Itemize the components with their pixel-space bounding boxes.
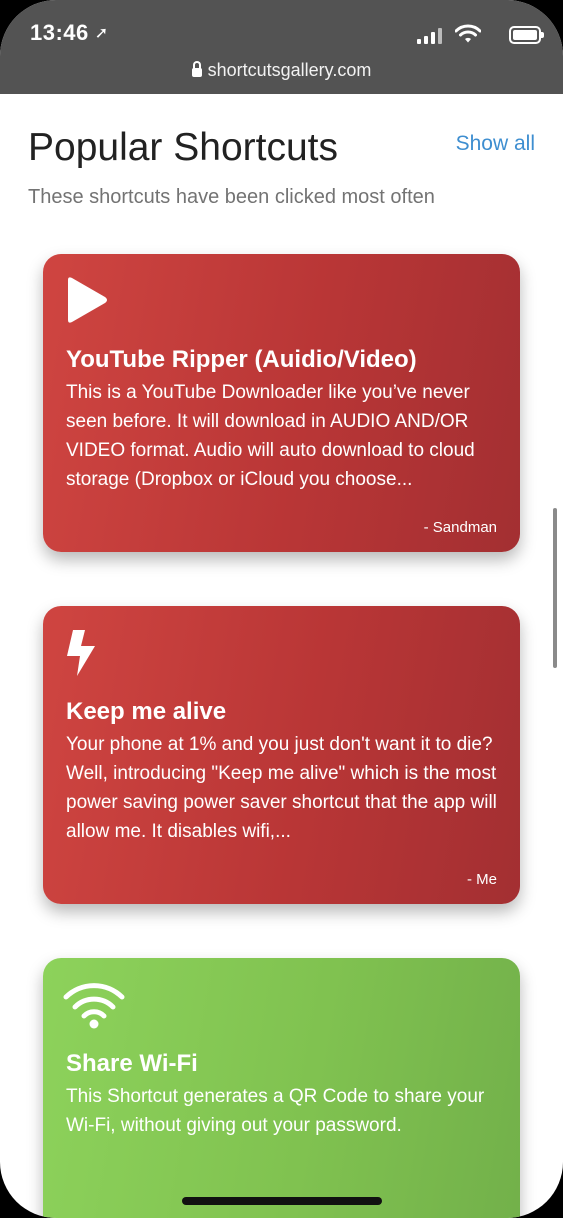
home-indicator[interactable] <box>182 1197 382 1205</box>
browser-status-bar: 13:46 ➚ shortcutsgallery.com <box>0 0 563 94</box>
status-time: 13:46 ➚ <box>30 20 109 46</box>
cellular-signal-icon <box>417 28 443 44</box>
play-icon <box>68 277 107 323</box>
address-bar[interactable]: shortcutsgallery.com <box>0 60 563 81</box>
card-title: YouTube Ripper (Auidio/Video) <box>66 346 417 373</box>
section-title: Popular Shortcuts <box>28 126 339 169</box>
wifi-icon <box>63 983 125 1029</box>
scrollbar[interactable] <box>553 508 557 668</box>
card-title: Share Wi-Fi <box>66 1050 198 1077</box>
url-text: shortcutsgallery.com <box>207 60 372 80</box>
section-subtitle: These shortcuts have been clicked most o… <box>28 186 435 208</box>
card-author: - Sandman <box>423 519 497 536</box>
card-description: This is a YouTube Downloader like you’ve… <box>66 382 475 490</box>
lightning-bolt-icon <box>67 630 95 676</box>
wifi-status-icon <box>455 24 481 43</box>
shortcut-card-keep-me-alive[interactable]: Keep me alive Your phone at 1% and you j… <box>43 606 520 904</box>
status-icons <box>401 24 544 44</box>
lock-icon <box>191 61 202 77</box>
card-description: This Shortcut generates a QR Code to sha… <box>66 1086 485 1136</box>
time-label: 13:46 <box>30 20 89 45</box>
show-all-link[interactable]: Show all <box>456 132 535 156</box>
location-arrow-icon: ➚ <box>94 25 109 42</box>
shortcut-card-share-wifi[interactable]: Share Wi-Fi This Shortcut generates a QR… <box>43 958 520 1218</box>
shortcut-card-youtube-ripper[interactable]: YouTube Ripper (Auidio/Video) This is a … <box>43 254 520 552</box>
card-author: - Me <box>467 871 497 888</box>
phone-screen: 13:46 ➚ shortcutsgallery.com Popular Shor… <box>0 0 563 1218</box>
battery-icon <box>509 26 544 44</box>
card-title: Keep me alive <box>66 698 227 725</box>
card-description: Your phone at 1% and you just don't want… <box>66 734 497 842</box>
